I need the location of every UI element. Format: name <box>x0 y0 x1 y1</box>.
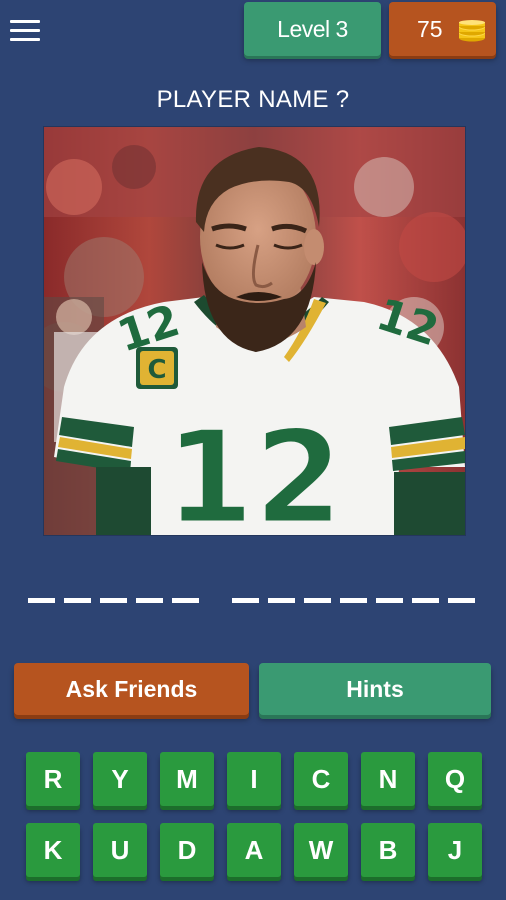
hints-label: Hints <box>346 675 404 702</box>
letter-key[interactable]: D <box>160 823 214 877</box>
letter-key[interactable]: W <box>294 823 348 877</box>
ask-friends-label: Ask Friends <box>65 675 198 702</box>
letter-key[interactable]: B <box>361 823 415 877</box>
coins-counter[interactable]: 75 <box>389 2 496 56</box>
coin-stack-icon <box>459 20 485 42</box>
answer-slot[interactable] <box>340 598 367 603</box>
coins-count: 75 <box>417 15 443 42</box>
hamburger-menu-icon[interactable] <box>10 18 40 44</box>
letter-key[interactable]: Q <box>428 752 482 806</box>
svg-text:C: C <box>147 355 166 385</box>
letter-key[interactable]: U <box>93 823 147 877</box>
letter-key[interactable]: N <box>361 752 415 806</box>
level-label: Level 3 <box>277 15 348 42</box>
game-screen: Level 3 75 PLAYER NAME ? 12 12 12 C Ask … <box>0 0 506 900</box>
answer-slot[interactable] <box>268 598 295 603</box>
ask-friends-button[interactable]: Ask Friends <box>14 663 249 715</box>
answer-slot[interactable] <box>304 598 331 603</box>
player-photo: 12 12 12 C <box>44 127 465 535</box>
letter-key[interactable]: I <box>227 752 281 806</box>
answer-slot[interactable] <box>28 598 55 603</box>
answer-slot[interactable] <box>100 598 127 603</box>
answer-slot[interactable] <box>376 598 403 603</box>
level-indicator: Level 3 <box>244 2 381 56</box>
letter-key[interactable]: R <box>26 752 80 806</box>
answer-slot[interactable] <box>232 598 259 603</box>
answer-slot[interactable] <box>412 598 439 603</box>
hints-button[interactable]: Hints <box>259 663 491 715</box>
answer-slot[interactable] <box>172 598 199 603</box>
answer-slot[interactable] <box>448 598 475 603</box>
letter-key[interactable]: A <box>227 823 281 877</box>
question-text: PLAYER NAME ? <box>156 86 350 113</box>
letter-key[interactable]: J <box>428 823 482 877</box>
letter-key[interactable]: Y <box>93 752 147 806</box>
letter-key[interactable]: K <box>26 823 80 877</box>
letter-key[interactable]: M <box>160 752 214 806</box>
answer-slot[interactable] <box>64 598 91 603</box>
svg-text:12: 12 <box>165 404 343 535</box>
letter-key[interactable]: C <box>294 752 348 806</box>
answer-slot[interactable] <box>136 598 163 603</box>
